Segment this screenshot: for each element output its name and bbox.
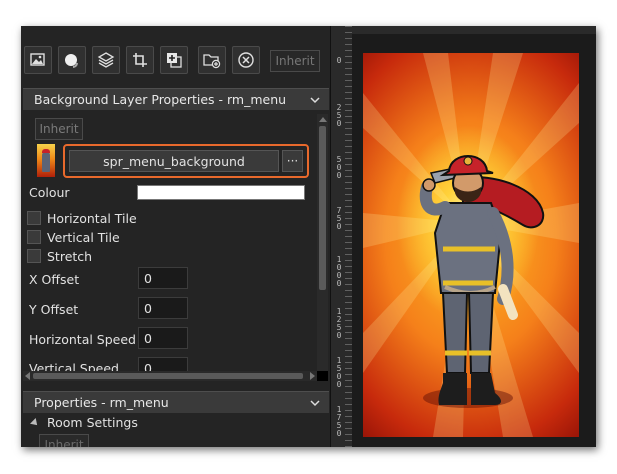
colour-label: Colour	[29, 185, 70, 200]
properties-vertical-scrollbar[interactable]	[317, 114, 328, 379]
add-background-layer-icon	[30, 53, 45, 66]
properties-horizontal-scrollbar[interactable]	[23, 371, 317, 381]
y-offset-input[interactable]: 0	[138, 297, 188, 319]
layer-properties-body: Inherit spr_menu_background ··· Colour H…	[23, 114, 329, 379]
scrollbar-corner	[317, 371, 328, 381]
horizontal-speed-label: Horizontal Speed	[29, 332, 136, 347]
chevron-down-icon	[310, 97, 320, 104]
sprite-thumbnail	[37, 144, 55, 177]
x-offset-input[interactable]: 0	[138, 267, 188, 289]
delete-layer-icon	[238, 52, 254, 68]
ruler-label-0: 0	[336, 56, 342, 65]
horizontal-tile-label: Horizontal Tile	[47, 211, 137, 226]
x-offset-label: X Offset	[29, 272, 80, 287]
add-background-layer-button[interactable]	[24, 46, 52, 74]
background-layer-properties-header[interactable]: Background Layer Properties - rm_menu	[23, 88, 329, 110]
sprite-select-field[interactable]: spr_menu_background	[69, 150, 279, 172]
colour-swatch[interactable]	[137, 185, 305, 200]
scroll-left-icon[interactable]	[25, 372, 30, 380]
scrollbar-thumb[interactable]	[319, 126, 326, 290]
ruler-label-750: 750	[336, 206, 342, 231]
room-settings-label: Room Settings	[47, 415, 138, 430]
vertical-ruler: 0 250 500 750 1000 1250 1500 1750	[330, 26, 353, 447]
ruler-label-1750: 1750	[336, 405, 342, 438]
section-title: Background Layer Properties - rm_menu	[34, 92, 287, 107]
add-folder-icon	[203, 54, 221, 69]
horizontal-ruler	[352, 26, 596, 34]
layer-toolbar: Inherit	[21, 44, 330, 78]
room-editor-window: Inherit Background Layer Properties - rm…	[21, 26, 596, 447]
room-settings-tree-item[interactable]: Room Settings	[30, 415, 138, 430]
add-tile-layer-button[interactable]	[92, 46, 120, 74]
horizontal-tile-checkbox[interactable]	[27, 211, 41, 225]
firefighter-character	[419, 155, 545, 408]
add-asset-layer-button[interactable]	[160, 46, 188, 74]
add-asset-layer-icon	[167, 53, 182, 68]
room-background-preview[interactable]	[363, 53, 579, 437]
thumbnail-figure	[42, 152, 50, 172]
ruler-label-500: 500	[336, 155, 342, 180]
ruler-label-1500: 1500	[336, 356, 342, 389]
ruler-label-250: 250	[336, 103, 342, 128]
stretch-checkbox[interactable]	[27, 249, 41, 263]
vertical-tile-checkbox[interactable]	[27, 230, 41, 244]
sprite-selector-highlight: spr_menu_background ···	[63, 144, 309, 178]
y-offset-label: Y Offset	[29, 302, 79, 317]
scroll-right-icon[interactable]	[310, 372, 315, 380]
chevron-down-icon	[310, 400, 320, 407]
inherit-button[interactable]: Inherit	[35, 118, 83, 140]
scroll-up-icon[interactable]	[319, 117, 327, 122]
add-instance-layer-icon	[65, 54, 78, 68]
add-instance-layer-button[interactable]	[58, 46, 86, 74]
ruler-label-1250: 1250	[336, 307, 342, 340]
add-tile-layer-icon	[97, 52, 115, 68]
add-folder-button[interactable]	[198, 46, 226, 74]
thumbnail-hat	[42, 149, 50, 153]
horizontal-speed-input[interactable]: 0	[138, 327, 188, 349]
expand-triangle-icon[interactable]	[30, 417, 40, 428]
add-path-layer-icon	[133, 53, 147, 67]
sprite-browse-button[interactable]: ···	[282, 150, 303, 172]
add-path-layer-button[interactable]	[126, 46, 154, 74]
stretch-label: Stretch	[47, 249, 93, 264]
scrollbar-thumb[interactable]	[33, 373, 303, 379]
delete-layer-button[interactable]	[232, 46, 260, 74]
ruler-label-1000: 1000	[336, 255, 342, 288]
properties-panel: Inherit Background Layer Properties - rm…	[21, 26, 330, 447]
room-properties-header[interactable]: Properties - rm_menu	[23, 391, 329, 413]
section-title: Properties - rm_menu	[34, 395, 169, 410]
vertical-tile-label: Vertical Tile	[47, 230, 120, 245]
toolbar-inherit-button[interactable]: Inherit	[270, 50, 320, 72]
room-inherit-button[interactable]: Inherit	[39, 434, 89, 447]
